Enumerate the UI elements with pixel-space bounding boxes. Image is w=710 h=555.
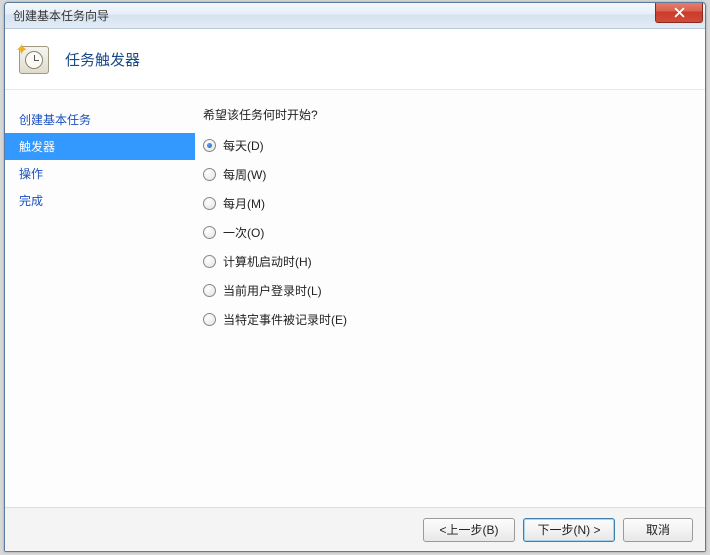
radio-icon[interactable] [203, 168, 216, 181]
option-weekly[interactable]: 每周(W) [203, 166, 695, 183]
cancel-button[interactable]: 取消 [623, 518, 693, 542]
option-on-event[interactable]: 当特定事件被记录时(E) [203, 311, 695, 328]
sidebar-item-action[interactable]: 操作 [5, 160, 195, 187]
option-label: 当特定事件被记录时(E) [223, 311, 347, 328]
option-daily[interactable]: 每天(D) [203, 137, 695, 154]
wizard-steps-sidebar: 创建基本任务 触发器 操作 完成 [5, 90, 195, 507]
radio-icon[interactable] [203, 255, 216, 268]
close-button[interactable] [655, 3, 703, 23]
option-label: 一次(O) [223, 224, 264, 241]
task-clock-icon: ✦ [17, 42, 51, 76]
wizard-content: 希望该任务何时开始? 每天(D) 每周(W) 每月(M) 一次(O) 计算机启动… [195, 90, 705, 507]
option-label: 每周(W) [223, 166, 266, 183]
radio-icon[interactable] [203, 139, 216, 152]
radio-icon[interactable] [203, 197, 216, 210]
wizard-window: 创建基本任务向导 ✦ 任务触发器 创建基本任务 触发器 操作 完成 希望该任务何… [4, 2, 706, 552]
page-title: 任务触发器 [65, 49, 140, 70]
radio-icon[interactable] [203, 284, 216, 297]
option-label: 当前用户登录时(L) [223, 282, 322, 299]
option-label: 每月(M) [223, 195, 265, 212]
sidebar-item-create-task[interactable]: 创建基本任务 [5, 106, 195, 133]
window-title: 创建基本任务向导 [13, 7, 655, 24]
option-monthly[interactable]: 每月(M) [203, 195, 695, 212]
next-button[interactable]: 下一步(N) > [523, 518, 615, 542]
radio-icon[interactable] [203, 313, 216, 326]
wizard-body: 创建基本任务 触发器 操作 完成 希望该任务何时开始? 每天(D) 每周(W) … [5, 89, 705, 507]
sidebar-item-finish[interactable]: 完成 [5, 187, 195, 214]
radio-icon[interactable] [203, 226, 216, 239]
wizard-header: ✦ 任务触发器 [5, 29, 705, 89]
titlebar: 创建基本任务向导 [5, 3, 705, 29]
option-label: 计算机启动时(H) [223, 253, 312, 270]
option-label: 每天(D) [223, 137, 264, 154]
prompt-text: 希望该任务何时开始? [203, 106, 695, 123]
option-at-logon[interactable]: 当前用户登录时(L) [203, 282, 695, 299]
sidebar-item-trigger[interactable]: 触发器 [5, 133, 195, 160]
back-button[interactable]: <上一步(B) [423, 518, 515, 542]
option-once[interactable]: 一次(O) [203, 224, 695, 241]
wizard-footer: <上一步(B) 下一步(N) > 取消 [5, 507, 705, 551]
close-icon [674, 7, 685, 18]
option-at-startup[interactable]: 计算机启动时(H) [203, 253, 695, 270]
